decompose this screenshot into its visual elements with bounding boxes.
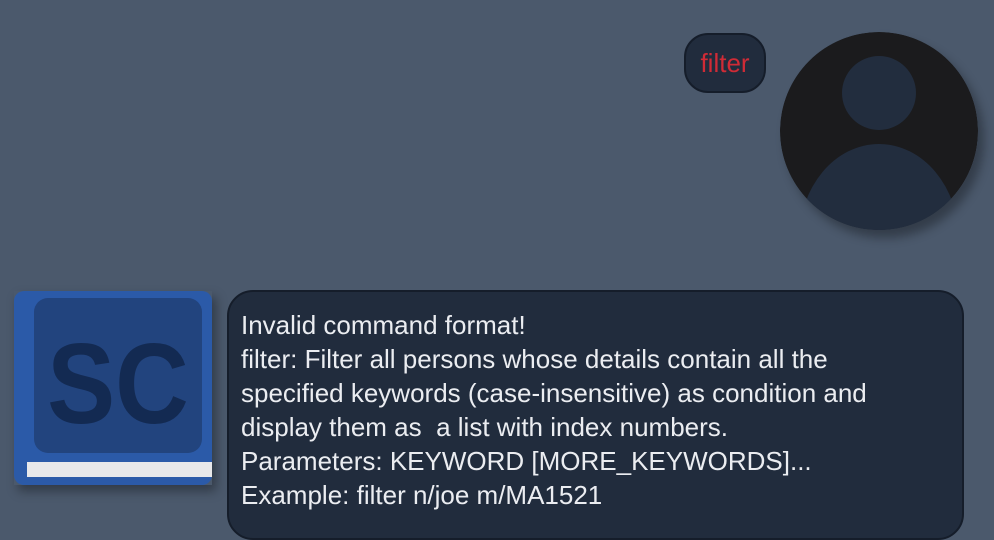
user-avatar (780, 32, 978, 230)
bot-message-line: filter: Filter all persons whose details… (241, 344, 828, 374)
sc-book-icon: SC (14, 291, 212, 485)
bot-message-bubble: Invalid command format! filter: Filter a… (227, 290, 964, 540)
bot-message-line: Invalid command format! (241, 310, 526, 340)
bot-message-line: specified keywords (case-insensitive) as… (241, 378, 867, 408)
user-message-text: filter (700, 48, 750, 78)
user-silhouette-icon (780, 32, 978, 230)
user-message-bubble: filter (684, 33, 766, 93)
bot-avatar: SC (14, 291, 212, 485)
bot-message-line: display them as a list with index number… (241, 412, 728, 442)
bot-message-line: Parameters: KEYWORD [MORE_KEYWORDS]... (241, 446, 812, 476)
sc-logo-letters: SC (47, 320, 189, 448)
bot-message-line: Example: filter n/joe m/MA1521 (241, 480, 603, 510)
